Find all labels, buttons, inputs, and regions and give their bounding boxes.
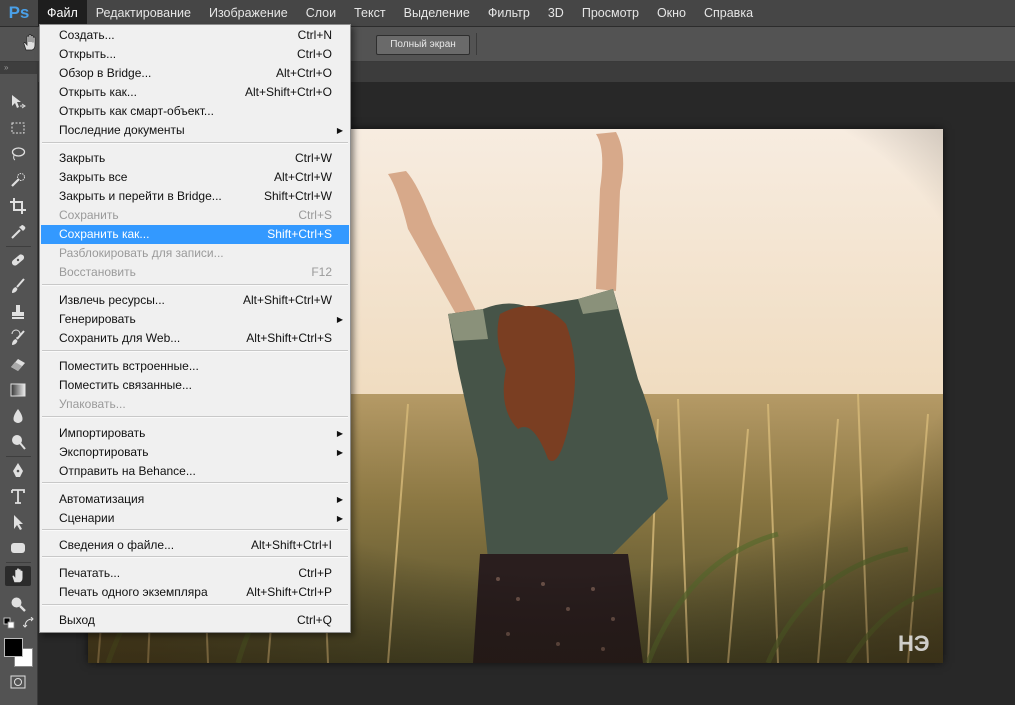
- menu-bar: Ps Файл Редактирование Изображение Слои …: [0, 0, 1015, 27]
- submenu-arrow-icon: ▶: [336, 448, 343, 457]
- foreground-color-swatch[interactable]: [4, 638, 23, 657]
- menu-edit[interactable]: Редактирование: [87, 0, 200, 26]
- move-icon[interactable]: [8, 92, 28, 112]
- toolbox: »: [0, 62, 38, 705]
- type-icon[interactable]: [8, 486, 28, 506]
- menu-separator: [42, 284, 348, 286]
- menu-item-unlock-for-writing[interactable]: Разблокировать для записи...: [41, 244, 349, 263]
- eyedropper-icon[interactable]: [8, 222, 28, 242]
- menu-item-extract-assets[interactable]: Извлечь ресурсы... Alt+Shift+Ctrl+W: [41, 291, 349, 310]
- menu-item-save-as[interactable]: Сохранить как... Shift+Ctrl+S: [41, 225, 349, 244]
- shape-icon[interactable]: [8, 538, 28, 558]
- menu-select[interactable]: Выделение: [395, 0, 479, 26]
- menu-separator: [42, 529, 348, 531]
- path-select-icon[interactable]: [8, 512, 28, 532]
- submenu-arrow-icon: ▶: [336, 514, 343, 523]
- zoom-icon[interactable]: [8, 594, 28, 614]
- menu-view[interactable]: Просмотр: [573, 0, 648, 26]
- submenu-arrow-icon: ▶: [336, 126, 343, 135]
- menu-item-save[interactable]: Сохранить Ctrl+S: [41, 206, 349, 225]
- toolbox-collapse-handle[interactable]: »: [0, 62, 37, 74]
- toolbox-divider: [6, 562, 31, 563]
- menu-item-save-for-web[interactable]: Сохранить для Web... Alt+Shift+Ctrl+S: [41, 329, 349, 348]
- menu-separator: [42, 604, 348, 606]
- quick-select-icon[interactable]: [8, 170, 28, 190]
- menu-item-open-as[interactable]: Открыть как... Alt+Shift+Ctrl+O: [41, 83, 349, 102]
- menu-item-exit[interactable]: Выход Ctrl+Q: [41, 611, 349, 630]
- menu-item-close[interactable]: Закрыть Ctrl+W: [41, 149, 349, 168]
- history-brush-icon[interactable]: [8, 328, 28, 348]
- menu-item-new[interactable]: Создать... Ctrl+N: [41, 26, 349, 45]
- pen-icon[interactable]: [8, 460, 28, 480]
- options-divider: [476, 33, 477, 55]
- marquee-icon[interactable]: [8, 118, 28, 138]
- hand-icon[interactable]: [20, 33, 40, 53]
- toolbox-divider: [6, 246, 31, 247]
- blur-icon[interactable]: [8, 406, 28, 426]
- menu-item-place-linked[interactable]: Поместить связанные...: [41, 376, 349, 395]
- menu-item-close-and-go-to-bridge[interactable]: Закрыть и перейти в Bridge... Shift+Ctrl+…: [41, 187, 349, 206]
- lasso-icon[interactable]: [8, 144, 28, 164]
- menu-item-generate[interactable]: Генерировать ▶: [41, 310, 349, 329]
- menu-separator: [42, 556, 348, 558]
- menu-item-open-as-smart-object[interactable]: Открыть как смарт-объект...: [41, 102, 349, 121]
- menu-file[interactable]: Файл: [38, 0, 87, 26]
- gradient-icon[interactable]: [8, 380, 28, 400]
- menu-item-scripts[interactable]: Сценарии ▶: [41, 509, 349, 528]
- menu-help[interactable]: Справка: [695, 0, 762, 26]
- menu-item-browse-in-bridge[interactable]: Обзор в Bridge... Alt+Ctrl+O: [41, 64, 349, 83]
- menu-item-package[interactable]: Упаковать...: [41, 395, 349, 414]
- hand-icon[interactable]: [5, 566, 31, 586]
- brush-icon[interactable]: [8, 276, 28, 296]
- menu-item-export[interactable]: Экспортировать ▶: [41, 443, 349, 462]
- menu-layers[interactable]: Слои: [297, 0, 345, 26]
- menu-item-automate[interactable]: Автоматизация ▶: [41, 490, 349, 509]
- stamp-icon[interactable]: [8, 302, 28, 322]
- submenu-arrow-icon: ▶: [336, 429, 343, 438]
- menu-3d[interactable]: 3D: [539, 0, 573, 26]
- menu-window[interactable]: Окно: [648, 0, 695, 26]
- menu-item-recent-documents[interactable]: Последние документы ▶: [41, 121, 349, 140]
- menu-filter[interactable]: Фильтр: [479, 0, 539, 26]
- healing-brush-icon[interactable]: [8, 250, 28, 270]
- toolbox-divider: [6, 456, 31, 457]
- menu-item-import[interactable]: Импортировать ▶: [41, 424, 349, 443]
- menu-item-share-on-behance[interactable]: Отправить на Behance...: [41, 462, 349, 481]
- submenu-arrow-icon: ▶: [336, 495, 343, 504]
- file-menu-dropdown: Создать... Ctrl+N Открыть... Ctrl+O Обзор …: [39, 24, 351, 633]
- menu-type[interactable]: Текст: [345, 0, 394, 26]
- eraser-icon[interactable]: [8, 354, 28, 374]
- menu-item-print[interactable]: Печатать... Ctrl+P: [41, 564, 349, 583]
- menu-item-open[interactable]: Открыть... Ctrl+O: [41, 45, 349, 64]
- photo-watermark: HЭ: [898, 631, 930, 656]
- menu-item-revert[interactable]: Восстановить F12: [41, 263, 349, 282]
- menu-image[interactable]: Изображение: [200, 0, 297, 26]
- menu-separator: [42, 482, 348, 484]
- menu-item-place-embedded[interactable]: Поместить встроенные...: [41, 357, 349, 376]
- menu-separator: [42, 416, 348, 418]
- photoshop-logo: Ps: [8, 3, 30, 22]
- menu-item-close-all[interactable]: Закрыть все Alt+Ctrl+W: [41, 168, 349, 187]
- fullscreen-button[interactable]: Полный экран: [376, 35, 470, 55]
- menu-item-file-info[interactable]: Сведения о файле... Alt+Shift+Ctrl+I: [41, 536, 349, 555]
- menu-separator: [42, 142, 348, 144]
- default-colors-icon[interactable]: [2, 616, 16, 630]
- swap-colors-icon[interactable]: [22, 616, 36, 630]
- crop-icon[interactable]: [8, 196, 28, 216]
- dodge-icon[interactable]: [8, 432, 28, 452]
- menu-separator: [42, 350, 348, 352]
- submenu-arrow-icon: ▶: [336, 315, 343, 324]
- menu-item-print-one-copy[interactable]: Печать одного экземпляра Alt+Shift+Ctrl+P: [41, 583, 349, 602]
- quick-mask-icon[interactable]: [8, 672, 28, 692]
